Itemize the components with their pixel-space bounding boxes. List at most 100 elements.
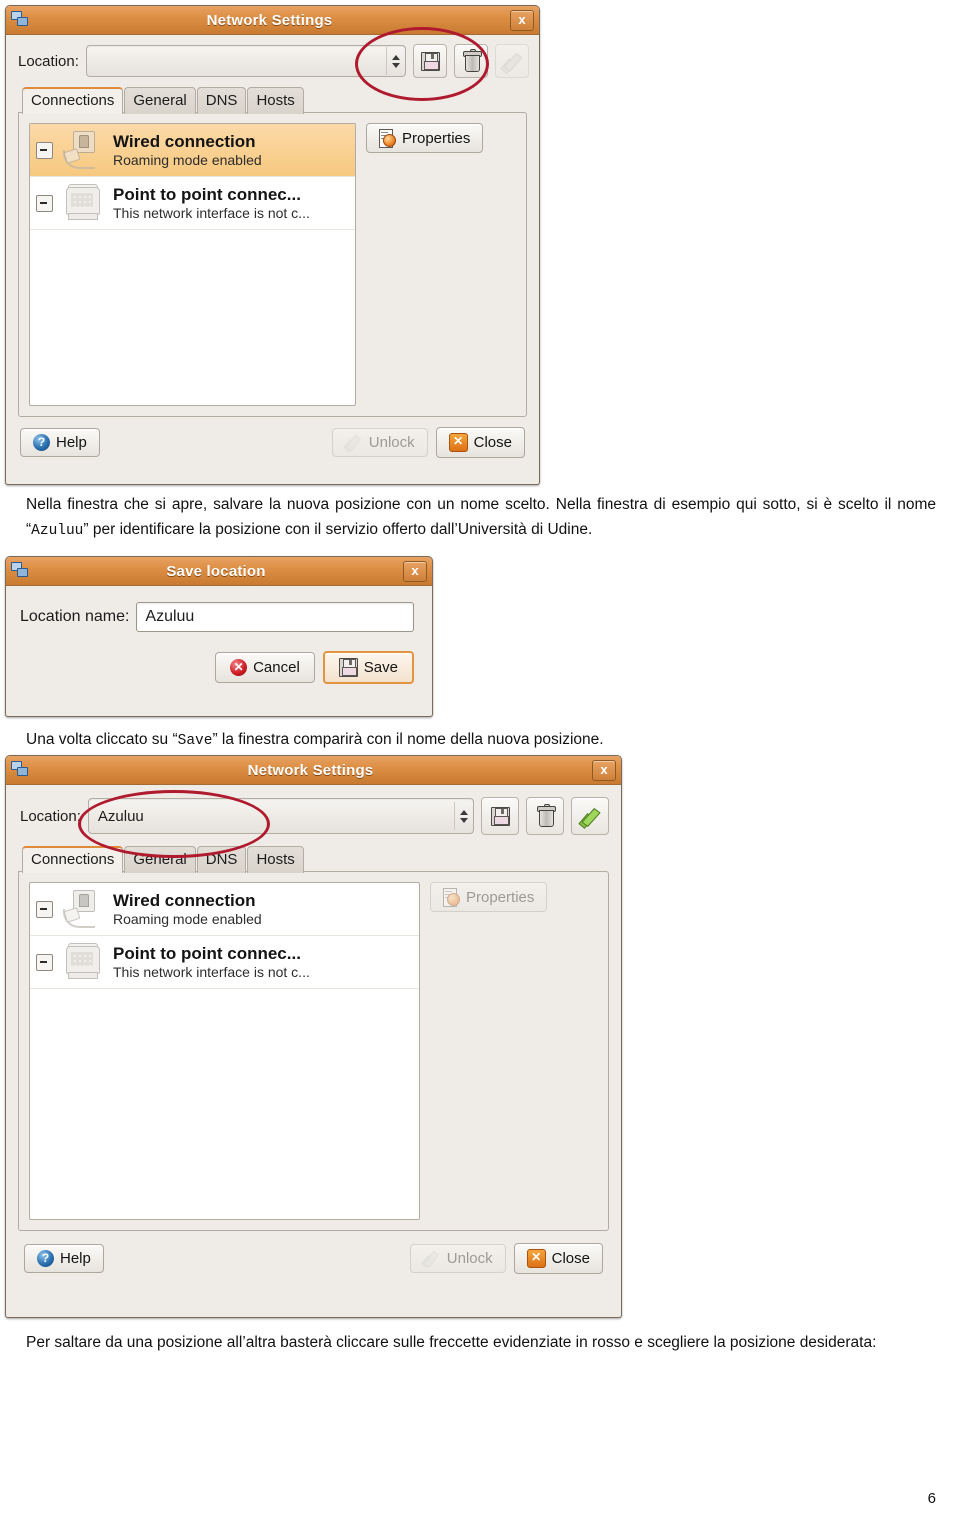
floppy-icon [490, 806, 510, 826]
expander-icon[interactable] [36, 953, 53, 971]
location-name-input[interactable]: Azuluu [136, 602, 414, 632]
connection-text: Point to point connec... This network in… [113, 185, 310, 222]
location-label: Location: [20, 807, 81, 825]
modem-connection-icon [61, 183, 105, 223]
wired-connection-icon [61, 130, 105, 170]
location-spinner-arrows[interactable] [386, 47, 405, 75]
properties-icon [379, 129, 396, 148]
location-row: Location: Azuluu [6, 785, 621, 843]
connection-text: Wired connection Roaming mode enabled [113, 132, 262, 169]
tab-dns[interactable]: DNS [196, 87, 247, 114]
expander-icon[interactable] [36, 194, 53, 212]
delete-location-button[interactable] [454, 44, 488, 78]
help-button[interactable]: ? Help [24, 1244, 104, 1273]
table-row[interactable]: Point to point connec... This network in… [30, 177, 355, 230]
paragraph-2-code: Save [177, 733, 213, 749]
check-icon [502, 52, 523, 71]
dialog-action-bar: ? Help Unlock ✕ Close [6, 418, 539, 469]
panel-side-column: Properties [366, 123, 516, 406]
close-icon[interactable]: x [403, 560, 427, 582]
network-window-icon [11, 761, 29, 779]
properties-button[interactable]: Properties [366, 123, 484, 153]
connection-status: Roaming mode enabled [113, 910, 262, 927]
location-value: Azuluu [97, 807, 144, 825]
tab-general[interactable]: General [124, 87, 196, 114]
tab-hosts[interactable]: Hosts [247, 846, 304, 873]
network-settings-window-saved[interactable]: Network Settings x Location: Azuluu Conn… [5, 755, 622, 1318]
delete-location-button[interactable] [526, 797, 564, 835]
network-settings-window-initial[interactable]: Network Settings x Location: Connections… [5, 5, 540, 485]
tab-general[interactable]: General [124, 846, 196, 873]
tab-bar: Connections General DNS Hosts [6, 843, 621, 873]
expander-icon[interactable] [36, 141, 53, 159]
paragraph-instruction-3: Per saltare da una posizione all’altra b… [26, 1330, 936, 1355]
dialog-action-bar: ? Help Unlock ✕ Close [6, 1232, 621, 1286]
close-x-icon: ✕ [526, 1249, 546, 1268]
apply-location-button [495, 44, 529, 78]
connection-status: This network interface is not c... [113, 963, 310, 980]
floppy-icon [338, 658, 358, 677]
location-combobox[interactable] [85, 45, 406, 77]
expander-icon[interactable] [36, 900, 53, 918]
close-label: Close [473, 434, 512, 451]
paragraph-3-text: Per saltare da una posizione all’altra b… [26, 1334, 877, 1351]
page-number: 6 [927, 1490, 936, 1507]
help-icon: ? [37, 1250, 54, 1267]
paragraph-1-post: ” per identificare la posizione con il s… [83, 521, 593, 539]
close-button[interactable]: ✕ Close [435, 427, 525, 458]
titlebar: Save location x [6, 557, 432, 586]
location-spinner-arrows[interactable] [454, 802, 473, 830]
cancel-icon: ✕ [230, 659, 248, 676]
connection-text: Wired connection Roaming mode enabled [113, 891, 262, 928]
window-title: Save location [166, 562, 266, 580]
tab-bar: Connections General DNS Hosts [6, 84, 539, 114]
unlock-check-icon [345, 435, 363, 450]
panel-side-column: Properties [430, 882, 598, 1220]
unlock-label: Unlock [368, 434, 415, 451]
location-name-label: Location name: [20, 608, 130, 625]
save-label: Save [363, 659, 398, 676]
tab-dns[interactable]: DNS [196, 846, 247, 873]
table-row[interactable]: Wired connection Roaming mode enabled [30, 124, 355, 177]
paragraph-1-code: Azuluu [31, 523, 84, 540]
connection-name: Point to point connec... [113, 943, 301, 963]
apply-location-button[interactable] [571, 797, 609, 835]
unlock-button: Unlock [331, 428, 428, 457]
unlock-button: Unlock [409, 1244, 506, 1273]
connections-list-empty-area [30, 989, 419, 1194]
location-name-row: Location name: Azuluu [6, 586, 432, 638]
dialog-action-bar: ✕ Cancel Save [6, 638, 432, 684]
close-icon[interactable]: x [592, 759, 616, 781]
connection-name: Wired connection [113, 890, 256, 910]
table-row[interactable]: Wired connection Roaming mode enabled [30, 883, 419, 936]
help-button[interactable]: ? Help [20, 428, 100, 457]
connections-list[interactable]: Wired connection Roaming mode enabled Po… [29, 882, 420, 1220]
location-row: Location: [6, 35, 539, 84]
save-location-button[interactable] [413, 44, 447, 78]
paragraph-2-post: ” la finestra comparirà con il nome dell… [212, 731, 604, 748]
unlock-label: Unlock [446, 1250, 493, 1267]
tab-connections[interactable]: Connections [22, 87, 124, 114]
paragraph-instruction-2: Una volta cliccato su “Save” la finestra… [26, 727, 936, 753]
close-x-icon: ✕ [448, 433, 468, 452]
close-label: Close [551, 1250, 590, 1267]
connection-text: Point to point connec... This network in… [113, 944, 310, 981]
properties-icon [443, 888, 460, 907]
save-button[interactable]: Save [322, 651, 414, 684]
close-button[interactable]: ✕ Close [513, 1243, 603, 1274]
network-window-icon [11, 11, 29, 29]
tab-hosts[interactable]: Hosts [247, 87, 304, 114]
location-combobox[interactable]: Azuluu [87, 798, 474, 834]
save-location-dialog[interactable]: Save location x Location name: Azuluu ✕ … [5, 556, 433, 717]
tab-connections[interactable]: Connections [22, 846, 124, 873]
table-row[interactable]: Point to point connec... This network in… [30, 936, 419, 989]
cancel-button[interactable]: ✕ Cancel [215, 652, 315, 683]
unlock-check-icon [423, 1251, 441, 1266]
save-location-button[interactable] [481, 797, 519, 835]
connection-status: Roaming mode enabled [113, 151, 262, 168]
paragraph-instruction-1: Nella finestra che si apre, salvare la n… [26, 492, 936, 544]
connections-list[interactable]: Wired connection Roaming mode enabled Po… [29, 123, 356, 406]
close-icon[interactable]: x [510, 9, 534, 31]
wired-connection-icon [61, 889, 105, 929]
properties-button: Properties [430, 882, 548, 912]
